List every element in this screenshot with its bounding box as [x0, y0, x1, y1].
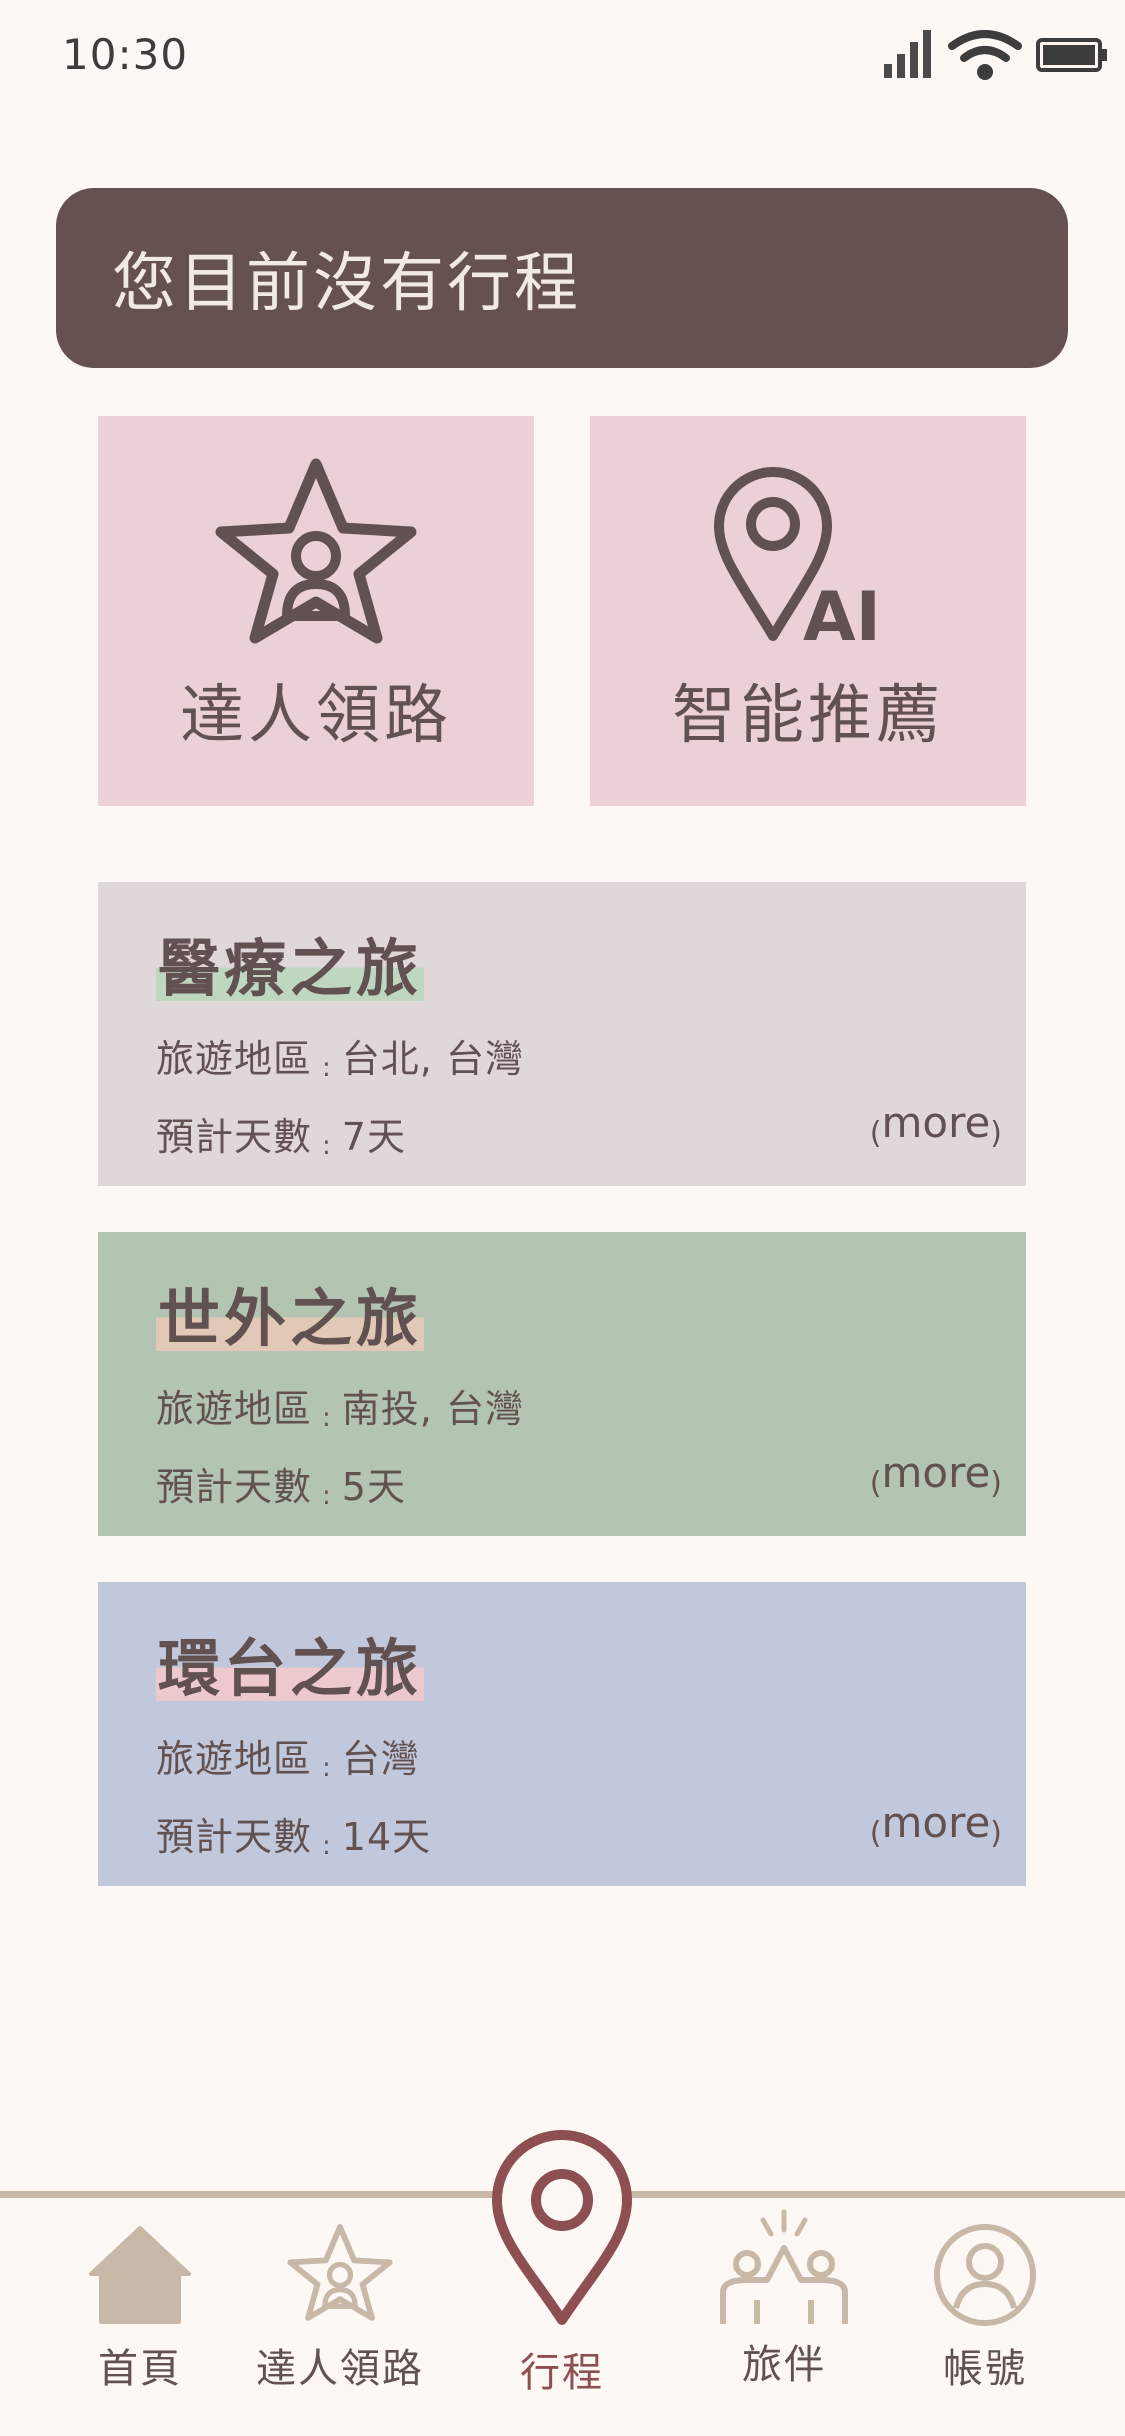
trip-region-label: 旅遊地區: [156, 1037, 313, 1081]
home-icon: [89, 2226, 191, 2324]
trip-days: 預計天數:5天: [156, 1465, 406, 1511]
location-pin-ai-icon: AI: [714, 467, 881, 646]
trip-days-value: 5天: [341, 1465, 406, 1509]
star-person-icon: [215, 458, 417, 644]
trip-days: 預計天數:7天: [156, 1115, 406, 1161]
banner-text: 您目前沒有行程: [112, 247, 581, 321]
companions-icon: [720, 2209, 848, 2324]
cellular-signal-icon: [884, 30, 931, 78]
nav-trips-label: 行程: [520, 2350, 604, 2396]
trip-region-value: 台北, 台灣: [341, 1037, 524, 1081]
location-pin-icon: [492, 2130, 632, 2325]
ai-recommend-label: 智能推薦: [672, 679, 944, 753]
trip-days-label: 預計天數: [156, 1815, 313, 1859]
trip-days-value: 7天: [341, 1115, 406, 1159]
trip-card[interactable]: 環台之旅 旅遊地區: 台灣 預計天數:14天 (more): [98, 1582, 1026, 1886]
nav-expert[interactable]: 達人領路: [250, 2222, 430, 2394]
nav-home[interactable]: 首頁: [80, 2222, 200, 2394]
expert-guide-card[interactable]: 達人領路: [98, 416, 534, 806]
trip-title: 環台之旅: [156, 1618, 425, 1708]
nav-home-label: 首頁: [98, 2346, 182, 2392]
nav-expert-label: 達人領路: [256, 2346, 424, 2392]
nav-account[interactable]: 帳號: [920, 2222, 1050, 2394]
trip-days-label: 預計天數: [156, 1115, 313, 1159]
star-person-icon: [287, 2223, 393, 2321]
expert-guide-label: 達人領路: [180, 679, 452, 753]
trip-days-value: 14天: [341, 1815, 432, 1859]
nav-account-label: 帳號: [943, 2346, 1027, 2392]
trip-region: 旅遊地區: 台北, 台灣: [156, 1037, 524, 1083]
nav-companions-label: 旅伴: [742, 2342, 826, 2388]
trip-card[interactable]: 醫療之旅 旅遊地區: 台北, 台灣 預計天數:7天 (more): [98, 882, 1026, 1186]
trip-card[interactable]: 世外之旅 旅遊地區: 南投, 台灣 預計天數:5天 (more): [98, 1232, 1026, 1536]
wifi-icon: [948, 30, 1022, 80]
nav-companions[interactable]: 旅伴: [714, 2208, 854, 2390]
user-icon: [934, 2224, 1036, 2326]
more-text: more: [881, 1098, 991, 1147]
trip-more-link[interactable]: (more): [870, 1448, 1002, 1501]
trip-title: 世外之旅: [156, 1268, 425, 1358]
trip-region-label: 旅遊地區: [156, 1737, 313, 1781]
status-time: 10:30: [62, 30, 189, 79]
trip-days-label: 預計天數: [156, 1465, 313, 1509]
trip-more-link[interactable]: (more): [870, 1098, 1002, 1151]
nav-trips[interactable]: 行程: [482, 2130, 642, 2398]
trip-days: 預計天數:14天: [156, 1815, 432, 1861]
trip-more-link[interactable]: (more): [870, 1798, 1002, 1851]
trip-region-value: 台灣: [341, 1737, 420, 1781]
no-trips-banner: 您目前沒有行程: [56, 188, 1068, 368]
ai-recommend-card[interactable]: AI 智能推薦: [590, 416, 1026, 806]
more-text: more: [881, 1448, 991, 1497]
trip-region: 旅遊地區: 南投, 台灣: [156, 1387, 524, 1433]
trip-title: 醫療之旅: [156, 918, 425, 1008]
battery-icon: [1036, 38, 1107, 72]
ai-icon-text: AI: [803, 578, 881, 646]
trip-region-label: 旅遊地區: [156, 1387, 313, 1431]
trip-region: 旅遊地區: 台灣: [156, 1737, 420, 1783]
more-text: more: [881, 1798, 991, 1847]
trip-region-value: 南投, 台灣: [341, 1387, 524, 1431]
